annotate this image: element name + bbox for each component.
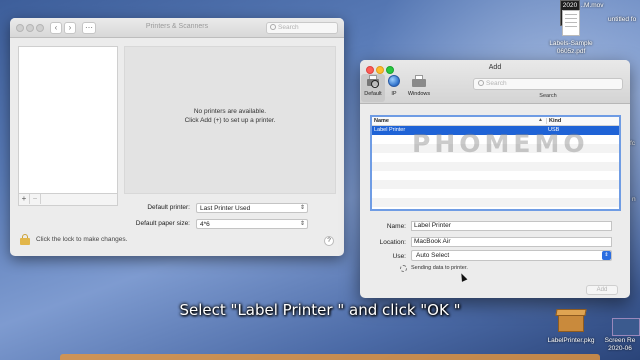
paper-size-label: Default paper size: [135, 220, 190, 227]
chevron-updown-icon: ⇕ [602, 251, 611, 260]
use-driver-select[interactable]: Auto Select ⇕ [411, 250, 612, 261]
dock[interactable] [60, 354, 600, 360]
add-printer-window: Add Default IP Windows Search Search Nam… [360, 60, 630, 298]
video-subtitle: Select "Label Printer " and click "OK " [179, 301, 461, 319]
search-placeholder: Search [486, 80, 507, 87]
empty-row [372, 189, 619, 198]
desktop-item-label: 2020-06 [608, 345, 632, 352]
desktop-item-label: Labels-Sample [549, 40, 593, 47]
table-header: Name ▲ Kind [372, 117, 619, 126]
printer-list[interactable] [18, 46, 118, 194]
toolbar-windows-button[interactable]: Windows [405, 74, 433, 102]
desktop-item-pkg[interactable]: LabelPrinter.pkg [538, 337, 604, 345]
empty-row [372, 162, 619, 171]
toolbar-label: Windows [407, 91, 431, 97]
globe-icon [386, 75, 402, 89]
desktop-item-label: Screen Re [604, 337, 636, 344]
paper-size-select[interactable]: 4*6 ⇕ [196, 219, 308, 229]
desktop-edge-label: n [632, 196, 640, 204]
use-label: Use: [392, 253, 406, 260]
pdf-file-icon[interactable] [562, 10, 580, 36]
lock-text: Click the lock to make changes. [36, 236, 128, 243]
chevron-updown-icon: ⇕ [299, 205, 305, 211]
desktop-item-video-label2: ..M.mov [572, 2, 612, 10]
desktop-item-recording[interactable]: Screen Re 2020-06 [600, 337, 640, 353]
desktop-item-pdf[interactable]: Labels-Sample 0605z.pdf [536, 40, 606, 56]
empty-row [372, 171, 619, 180]
search-input[interactable]: Search [473, 78, 623, 90]
name-field[interactable]: Label Printer [411, 221, 612, 231]
search-icon [478, 80, 484, 86]
default-printer-select[interactable]: Last Printer Used ⇕ [196, 203, 308, 213]
screen-recording-file-icon[interactable] [612, 318, 640, 336]
desktop-item-label: fc [630, 140, 636, 147]
sort-arrow-icon[interactable]: ▲ [538, 117, 543, 123]
help-button[interactable]: ? [324, 236, 334, 246]
chevron-updown-icon: ⇕ [299, 221, 305, 227]
window-titlebar[interactable]: ‹ › ⋯ Printers & Scanners Search [10, 18, 344, 38]
status-text: Sending data to printer. [411, 265, 468, 271]
desktop-folder-label[interactable]: untitled fo [608, 16, 640, 24]
paper-size-value: 4*6 [200, 221, 210, 228]
search-label: Search [539, 93, 557, 99]
windows-printer-icon [411, 75, 427, 89]
column-header-kind[interactable]: Kind [546, 118, 561, 124]
desktop-edge-label: fc [630, 140, 640, 148]
progress-spinner-icon [400, 265, 407, 272]
search-icon [270, 24, 276, 30]
add-printer-button[interactable]: + [19, 194, 30, 204]
remove-printer-button[interactable]: − [30, 194, 41, 204]
desktop-item-label: ..M.mov [580, 2, 604, 9]
window-title: Add [488, 64, 502, 71]
desktop-item-label: untitled fo [608, 16, 637, 23]
default-printer-label: Default printer: [147, 204, 190, 211]
empty-row [372, 180, 619, 189]
desktop-item-label: LabelPrinter.pkg [547, 337, 595, 344]
location-label: Location: [379, 239, 406, 246]
lock-icon[interactable] [20, 234, 30, 245]
search-input[interactable]: Search [266, 22, 338, 34]
column-header-name[interactable]: Name [374, 118, 389, 124]
toolbar-label: IP [391, 91, 397, 97]
default-printer-icon [365, 75, 381, 89]
use-value: Auto Select [416, 252, 450, 259]
window-titlebar[interactable]: Add Default IP Windows Search Search [360, 60, 630, 104]
location-field[interactable]: MacBook Air [411, 237, 612, 247]
search-placeholder: Search [278, 24, 299, 31]
name-label: Name: [386, 223, 406, 230]
add-button[interactable]: Add [586, 285, 618, 295]
empty-message-hint: Click Add (+) to set up a printer. [184, 117, 276, 124]
toolbar-ip-button[interactable]: IP [382, 74, 406, 102]
desktop-item-label: 0605z.pdf [556, 48, 586, 55]
printer-detail-pane: No printers are available. Click Add (+)… [124, 46, 336, 194]
default-printer-value: Last Printer Used [200, 205, 251, 212]
package-file-icon[interactable] [555, 306, 587, 332]
empty-row [372, 198, 619, 207]
printer-name-cell: Label Printer [374, 127, 406, 133]
printers-scanners-window: ‹ › ⋯ Printers & Scanners Search + − No p… [10, 18, 344, 256]
printer-table[interactable]: Name ▲ Kind Label Printer USB PHOMEMO [370, 115, 621, 211]
phomemo-watermark: PHOMEMO [412, 129, 589, 158]
empty-message: No printers are available. [193, 108, 267, 115]
desktop-item-label: n [632, 196, 636, 203]
